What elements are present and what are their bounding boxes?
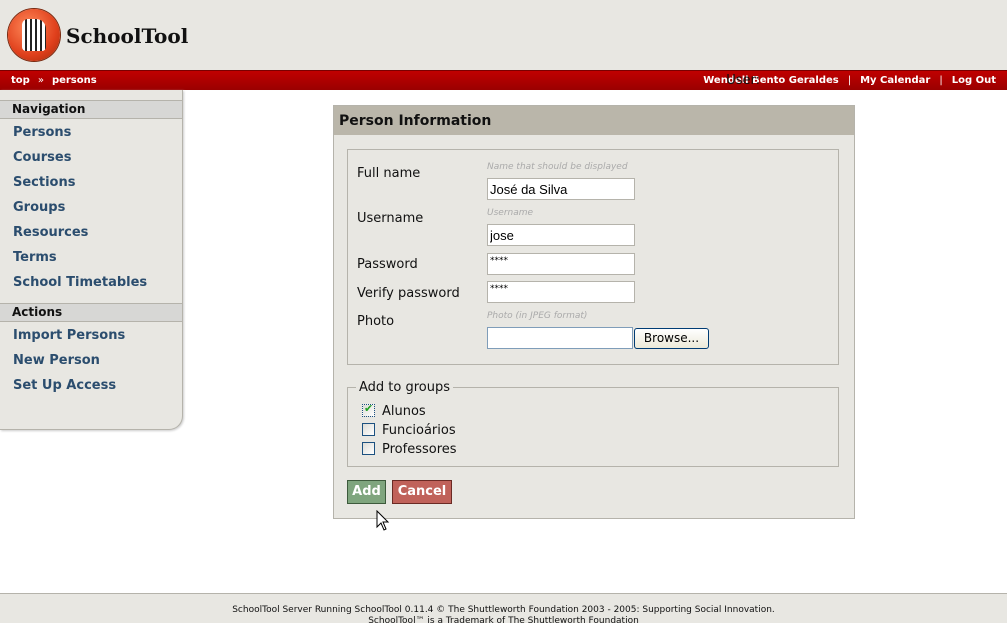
browse-button[interactable]: Browse... (634, 328, 709, 349)
schooltool-logo[interactable] (8, 9, 60, 61)
header: SchoolTool (0, 0, 1007, 70)
group-label-professores[interactable]: Professores (382, 442, 457, 457)
separator: | (847, 75, 852, 86)
sidebar-item-persons[interactable]: Persons (0, 120, 182, 145)
sidebar-item-groups[interactable]: Groups (0, 195, 182, 220)
sidebar-item-courses[interactable]: Courses (0, 145, 182, 170)
password-input[interactable]: **** (487, 253, 635, 275)
footer-line-2: SchoolTool™ is a Trademark of The Shuttl… (368, 616, 639, 626)
breadcrumb-separator: » (37, 75, 44, 86)
username-hint: Username (487, 208, 534, 218)
user-name-link[interactable]: Wendell Bento Geraldes (703, 75, 839, 86)
my-calendar-link[interactable]: My Calendar (860, 75, 930, 86)
photo-file-input[interactable] (487, 327, 633, 349)
zebra-icon (22, 19, 46, 51)
action-new-person[interactable]: New Person (0, 348, 182, 373)
sidebar-item-terms[interactable]: Terms (0, 245, 182, 270)
checkbox-alunos[interactable]: ✔ (362, 402, 375, 417)
action-import-persons[interactable]: Import Persons (0, 323, 182, 348)
photo-hint: Photo (in JPEG format) (487, 311, 588, 321)
action-set-up-access[interactable]: Set Up Access (0, 373, 182, 398)
group-label-alunos[interactable]: Alunos (382, 404, 426, 419)
footer: SchoolTool Server Running SchoolTool 0.1… (0, 593, 1007, 626)
sidebar-item-school-timetables[interactable]: School Timetables (0, 270, 182, 295)
add-button[interactable]: Add (347, 480, 386, 504)
top-bar: top » persons User: Wendell Bento Geraldes |… (0, 70, 1007, 90)
photo-label: Photo (357, 314, 395, 329)
actions-header: Actions (0, 303, 182, 322)
verify-password-input[interactable]: **** (487, 281, 635, 303)
checkbox-funcioarios[interactable] (362, 423, 375, 436)
separator: | (939, 75, 943, 86)
navigation-header: Navigation (0, 100, 182, 119)
person-information-form: Person Information Full name Name that s… (333, 105, 855, 519)
checkbox-professores[interactable] (362, 442, 375, 455)
sidebar-item-sections[interactable]: Sections (0, 170, 182, 195)
group-label-funcioarios[interactable]: Funcioários (382, 423, 456, 438)
checkmark-icon: ✔ (364, 402, 374, 415)
breadcrumb-top[interactable]: top (11, 75, 30, 86)
cancel-button[interactable]: Cancel (392, 480, 452, 504)
site-title: SchoolTool (66, 24, 189, 48)
breadcrumb-persons[interactable]: persons (52, 75, 97, 86)
username-label: Username (357, 211, 424, 226)
mouse-cursor-icon (376, 510, 390, 531)
groups-legend: Add to groups (356, 380, 454, 395)
breadcrumb: top » persons (11, 71, 97, 90)
user-label: User: (726, 73, 761, 88)
verify-password-label: Verify password (357, 286, 460, 301)
form-title: Person Information (334, 106, 854, 135)
username-input[interactable] (487, 224, 635, 246)
full-name-hint: Name that should be displayed (487, 162, 628, 172)
password-label: Password (357, 257, 418, 272)
full-name-label: Full name (357, 166, 421, 181)
sidebar: Navigation Persons Courses Sections Grou… (0, 90, 183, 430)
user-bar: User: Wendell Bento Geraldes | My Calendar |… (703, 71, 996, 90)
sidebar-item-resources[interactable]: Resources (0, 220, 182, 245)
logout-link[interactable]: Log Out (952, 75, 996, 86)
footer-line-1: SchoolTool Server Running SchoolTool 0.1… (232, 605, 775, 615)
full-name-input[interactable] (487, 178, 635, 200)
